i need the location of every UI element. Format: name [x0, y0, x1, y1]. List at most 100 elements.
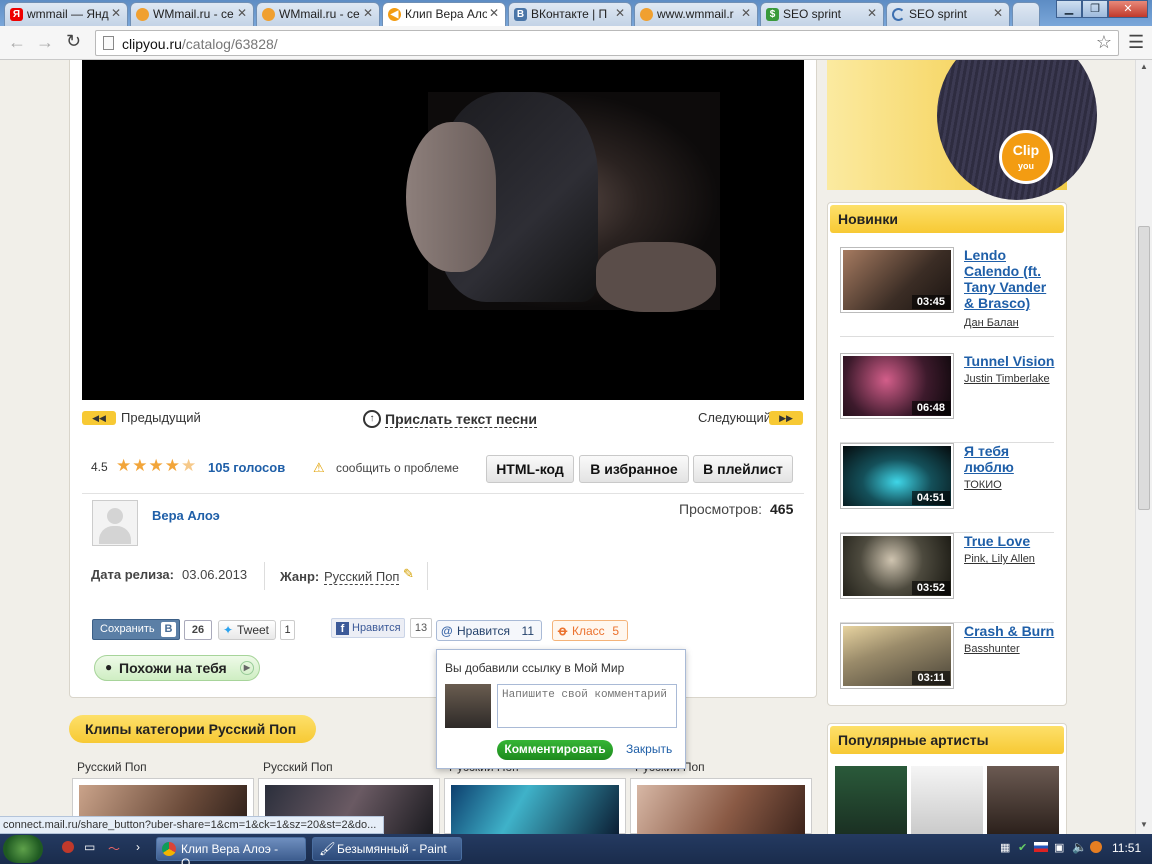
tab-1[interactable]: WMmail.ru - се ✕ [130, 2, 254, 26]
scroll-thumb[interactable] [1138, 226, 1150, 510]
clip-artist-link[interactable]: Justin Timberlake [964, 373, 1050, 385]
star-icon[interactable]: ★ [165, 456, 181, 475]
list-item[interactable]: 06:48 Tunnel Vision Justin Timberlake [840, 353, 1056, 443]
tray-icon[interactable]: ▦ [1000, 841, 1010, 854]
menu-icon[interactable]: ☰ [1128, 32, 1144, 53]
tray-icon[interactable] [1090, 841, 1102, 853]
close-icon[interactable]: ✕ [867, 6, 877, 20]
quicklaunch-icon[interactable]: ▭ [84, 840, 95, 854]
tab-2[interactable]: WMmail.ru - се ✕ [256, 2, 380, 26]
clip-artist-link[interactable]: Дан Балан [964, 317, 1019, 329]
tab-6[interactable]: $ SEO sprint ✕ [760, 2, 884, 26]
tab-0[interactable]: Яwmmail — Янд ✕ [4, 2, 128, 26]
volume-icon[interactable]: 🔈 [1072, 840, 1087, 854]
artist-link[interactable]: Вера Алоэ [152, 508, 220, 523]
add-playlist-button[interactable]: В плейлист [693, 455, 793, 483]
maximize-button[interactable]: ❐ [1082, 0, 1108, 18]
next-arrow-icon[interactable]: ▶▶ [769, 411, 803, 425]
category-clip-thumb[interactable] [630, 778, 812, 834]
category-link[interactable]: Русский Поп [77, 760, 147, 774]
clip-thumb[interactable]: 06:48 [840, 353, 954, 419]
back-icon[interactable]: ← [8, 32, 26, 53]
reload-icon[interactable]: ↻ [66, 31, 81, 52]
ok-class-button[interactable]: ꝋ Класс 5 [552, 620, 628, 641]
chevron-right-icon[interactable]: › [136, 840, 140, 854]
clip-title-link[interactable]: True Love [964, 533, 1056, 549]
tray-icon[interactable]: ✔ [1018, 841, 1027, 854]
close-icon[interactable]: ✕ [111, 6, 121, 20]
address-bar[interactable]: clipyou.ru/catalog/63828/ ☆ [95, 30, 1119, 56]
tab-5[interactable]: www.wmmail.r ✕ [634, 2, 758, 26]
quicklaunch-icon[interactable] [62, 841, 74, 853]
clip-title-link[interactable]: Lendo Calendo (ft. Tany Vander & Brasco) [964, 247, 1056, 311]
clip-title-link[interactable]: Crash & Burn [964, 623, 1056, 639]
star-icon[interactable]: ★ [181, 456, 197, 475]
add-favorites-button[interactable]: В избранное [579, 455, 689, 483]
bookmark-star-icon[interactable]: ☆ [1096, 32, 1112, 53]
sidebar-banner[interactable]: Clip you [827, 60, 1097, 200]
scroll-up-icon[interactable]: ▲ [1140, 62, 1148, 71]
report-problem-link[interactable]: сообщить о проблеме [336, 461, 459, 475]
clip-thumb[interactable]: 03:11 [840, 623, 954, 689]
minimize-button[interactable]: ▁ [1056, 0, 1082, 18]
forward-icon[interactable]: → [36, 32, 54, 53]
star-icon[interactable]: ★ [132, 456, 148, 475]
close-icon[interactable]: ✕ [615, 6, 625, 20]
artist-photo[interactable] [911, 766, 983, 834]
clip-thumb[interactable]: 03:52 [840, 533, 954, 599]
scroll-down-icon[interactable]: ▼ [1140, 820, 1148, 829]
vk-save-button[interactable]: Сохранить B [92, 619, 180, 640]
comment-button[interactable]: Комментировать [497, 740, 613, 760]
list-item[interactable]: 04:51 Я тебя люблю ТОКИО [840, 443, 1054, 533]
clip-thumb[interactable]: 03:45 [840, 247, 954, 313]
category-link[interactable]: Русский Поп [263, 760, 333, 774]
similar-button[interactable]: ● Похожи на тебя ▶ [94, 655, 260, 681]
clip-thumb[interactable]: 04:51 [840, 443, 954, 509]
send-lyrics-link[interactable]: Прислать текст песни [385, 411, 537, 428]
start-button[interactable] [3, 835, 43, 863]
clip-title-link[interactable]: Tunnel Vision [964, 353, 1056, 369]
html-code-button[interactable]: HTML-код [486, 455, 574, 483]
artist-photo[interactable] [987, 766, 1059, 834]
clip-title-link[interactable]: Я тебя люблю [964, 443, 1056, 475]
mymail-like-button[interactable]: @ Нравится 11 [436, 620, 542, 641]
list-item[interactable]: 03:52 True Love Pink, Lily Allen [840, 533, 1054, 623]
scrollbar[interactable]: ▲ ▼ [1135, 60, 1152, 834]
close-icon[interactable]: ✕ [237, 6, 247, 20]
star-icon[interactable]: ★ [116, 456, 132, 475]
category-clip-thumb[interactable] [444, 778, 626, 834]
close-icon[interactable]: ✕ [363, 6, 373, 20]
genre-link[interactable]: Русский Поп [324, 569, 400, 585]
fb-like-button[interactable]: f Нравится [331, 618, 405, 638]
star-icon[interactable]: ★ [149, 456, 165, 475]
list-item[interactable]: 03:45 Lendo Calendo (ft. Tany Vander & B… [840, 247, 1054, 337]
prev-arrow-icon[interactable]: ◀◀ [82, 411, 116, 425]
taskbar-item-paint[interactable]: 🖌 Безымянный - Paint [312, 837, 462, 861]
video-player[interactable] [82, 60, 804, 400]
clip-artist-link[interactable]: Pink, Lily Allen [964, 553, 1035, 565]
next-link[interactable]: Следующий [698, 410, 771, 425]
clip-artist-link[interactable]: ТОКИО [964, 479, 1002, 491]
list-item[interactable]: 03:11 Crash & Burn Basshunter [840, 623, 1054, 713]
close-icon[interactable]: ✕ [489, 6, 499, 20]
popup-close-link[interactable]: Закрыть [626, 742, 672, 756]
artist-avatar[interactable] [92, 500, 138, 546]
rating-stars[interactable]: ★★★★★ [116, 456, 197, 476]
votes-link[interactable]: 105 голосов [208, 460, 285, 475]
prev-link[interactable]: Предыдущий [121, 410, 201, 425]
close-window-button[interactable]: ✕ [1108, 0, 1148, 18]
tab-3[interactable]: ◀ Клип Вера Ало ✕ [382, 2, 506, 26]
new-tab-button[interactable] [1012, 2, 1040, 26]
tweet-button[interactable]: ✦ Tweet [218, 620, 276, 640]
taskbar-item-chrome[interactable]: Клип Вера Алоэ - О... [156, 837, 306, 864]
tray-icon[interactable]: ▣ [1054, 841, 1064, 854]
close-icon[interactable]: ✕ [741, 6, 751, 20]
comment-textarea[interactable] [497, 684, 677, 728]
tab-7[interactable]: SEO sprint ✕ [886, 2, 1010, 26]
close-icon[interactable]: ✕ [993, 6, 1003, 20]
artist-photo[interactable] [835, 766, 907, 834]
quicklaunch-icon[interactable]: 〜 [108, 840, 120, 857]
clip-artist-link[interactable]: Basshunter [964, 643, 1020, 655]
edit-pencil-icon[interactable]: ✎ [403, 566, 414, 582]
tab-4[interactable]: В ВКонтакте | П ✕ [508, 2, 632, 26]
